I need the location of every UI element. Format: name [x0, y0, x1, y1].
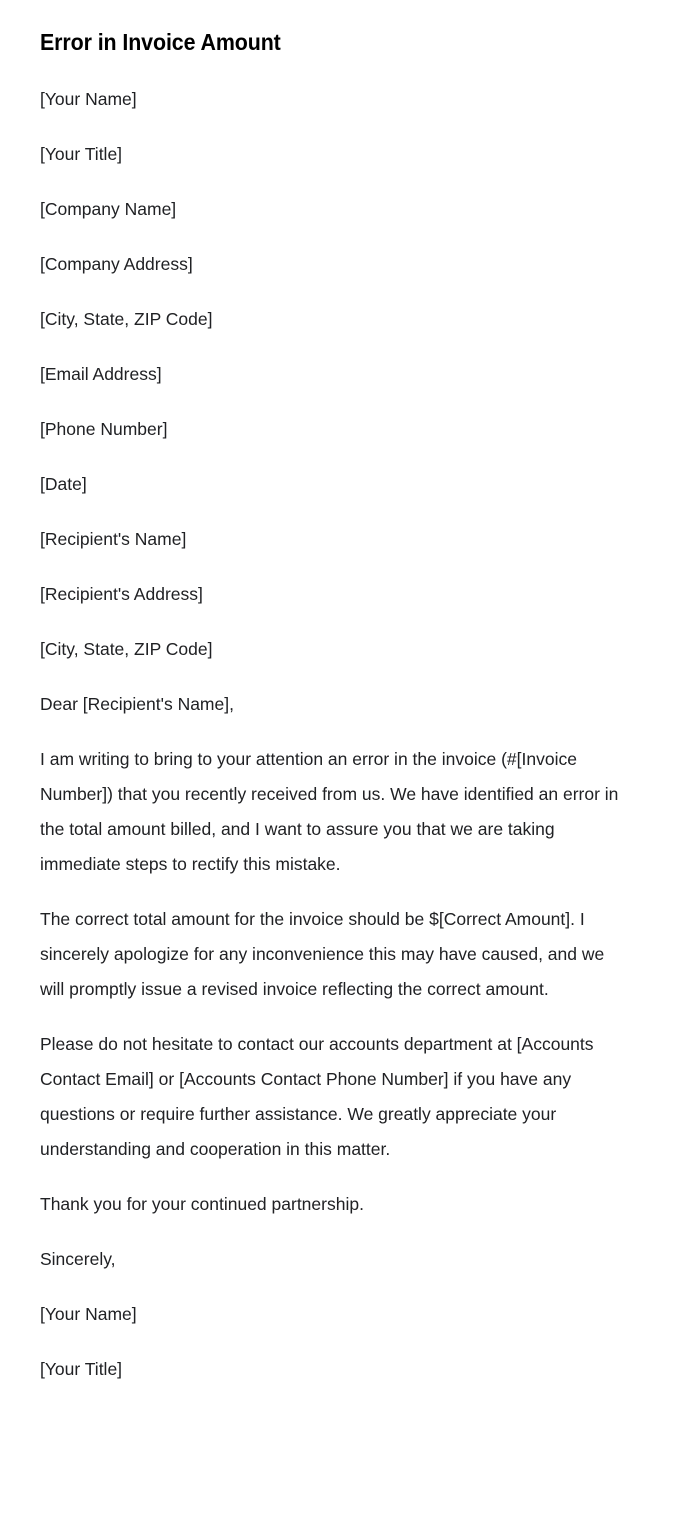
- recipient-name-placeholder: [Recipient's Name]: [40, 529, 187, 549]
- page-title: Error in Invoice Amount: [40, 29, 281, 55]
- sender-title-placeholder: [Your Title]: [40, 144, 123, 164]
- date-placeholder: [Date]: [40, 474, 87, 494]
- body-paragraph-3: Please do not hesitate to contact our ac…: [40, 1034, 594, 1159]
- recipient-address-placeholder: [Recipient's Address]: [40, 584, 203, 604]
- phone-number-placeholder: [Phone Number]: [40, 419, 168, 439]
- company-name-placeholder: [Company Name]: [40, 199, 177, 219]
- company-address-placeholder: [Company Address]: [40, 254, 193, 274]
- closing-thanks: Thank you for your continued partnership…: [40, 1194, 364, 1214]
- signature-title-placeholder: [Your Title]: [40, 1359, 123, 1379]
- salutation: Dear [Recipient's Name],: [40, 694, 234, 714]
- letter-document: Error in Invoice Amount [Your Name] [Your…: [0, 0, 700, 1427]
- letter-body: [Your Name] [Your Title] [Company Name] [Co…: [40, 82, 640, 1387]
- body-paragraph-1: I am writing to bring to your attention …: [40, 749, 619, 874]
- recipient-city-state-zip-placeholder: [City, State, ZIP Code]: [40, 639, 213, 659]
- sender-city-state-zip-placeholder: [City, State, ZIP Code]: [40, 309, 213, 329]
- sender-name-placeholder: [Your Name]: [40, 89, 137, 109]
- signature-name-placeholder: [Your Name]: [40, 1304, 137, 1324]
- closing-salutation: Sincerely,: [40, 1249, 116, 1269]
- body-paragraph-2: The correct total amount for the invoice…: [40, 909, 605, 999]
- email-address-placeholder: [Email Address]: [40, 364, 162, 384]
